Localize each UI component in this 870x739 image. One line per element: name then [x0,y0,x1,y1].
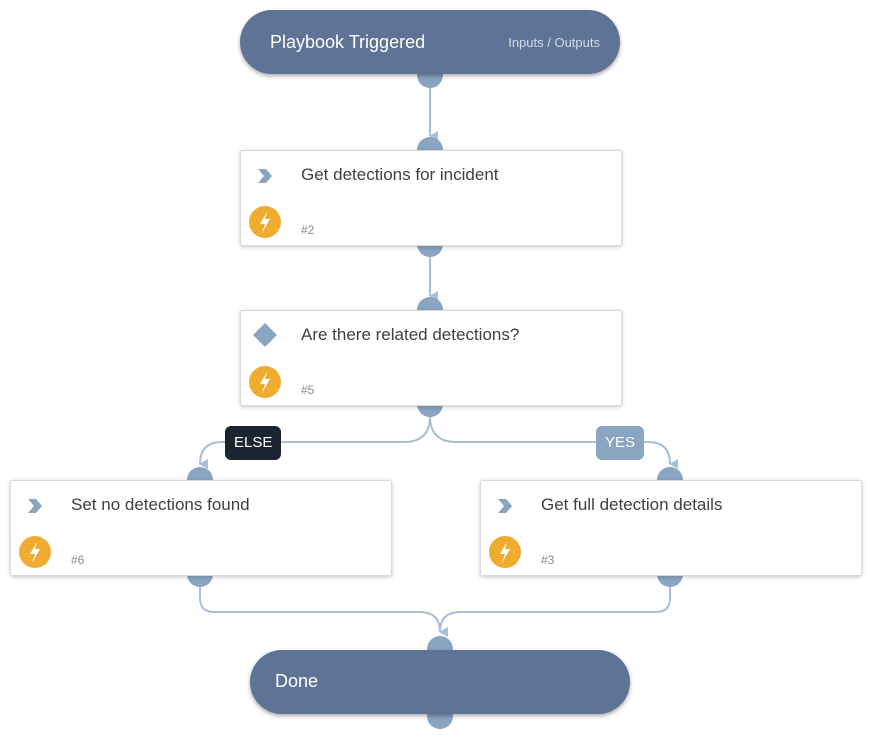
task-name: Get detections for incident [301,165,499,184]
start-node[interactable]: Playbook Triggered Inputs / Outputs [240,10,620,74]
chevron-right-icon [258,169,272,183]
task-number: #5 [301,383,315,397]
task-name: Set no detections found [71,495,250,514]
task-node[interactable]: Set no detections found #6 [10,480,392,576]
diamond-icon [253,323,277,347]
lightning-icon [489,536,521,568]
edge-task3-to-done [439,586,671,633]
lightning-icon [249,366,281,398]
end-node[interactable]: Done [250,650,630,714]
task-node[interactable]: Get full detection details #3 [480,480,862,576]
task-name: Get full detection details [541,495,723,514]
condition-node[interactable]: Are there related detections? #5 [240,310,622,406]
task-node[interactable]: Get detections for incident #2 [240,150,622,246]
lightning-icon [19,536,51,568]
task-number: #6 [71,553,85,567]
branch-label-yes[interactable]: YES [596,426,645,460]
start-node-title: Playbook Triggered [270,32,426,52]
chevron-right-icon [498,499,512,513]
branch-label-else[interactable]: ELSE [225,426,282,460]
lightning-icon [249,206,281,238]
end-node-title: Done [275,671,319,691]
edge-task6-to-done [199,586,449,637]
task-name: Are there related detections? [301,325,520,344]
task-number: #3 [541,553,555,567]
chevron-right-icon [28,499,42,513]
inputs-outputs-link[interactable]: Inputs / Outputs [508,35,600,50]
task-number: #2 [301,223,315,237]
